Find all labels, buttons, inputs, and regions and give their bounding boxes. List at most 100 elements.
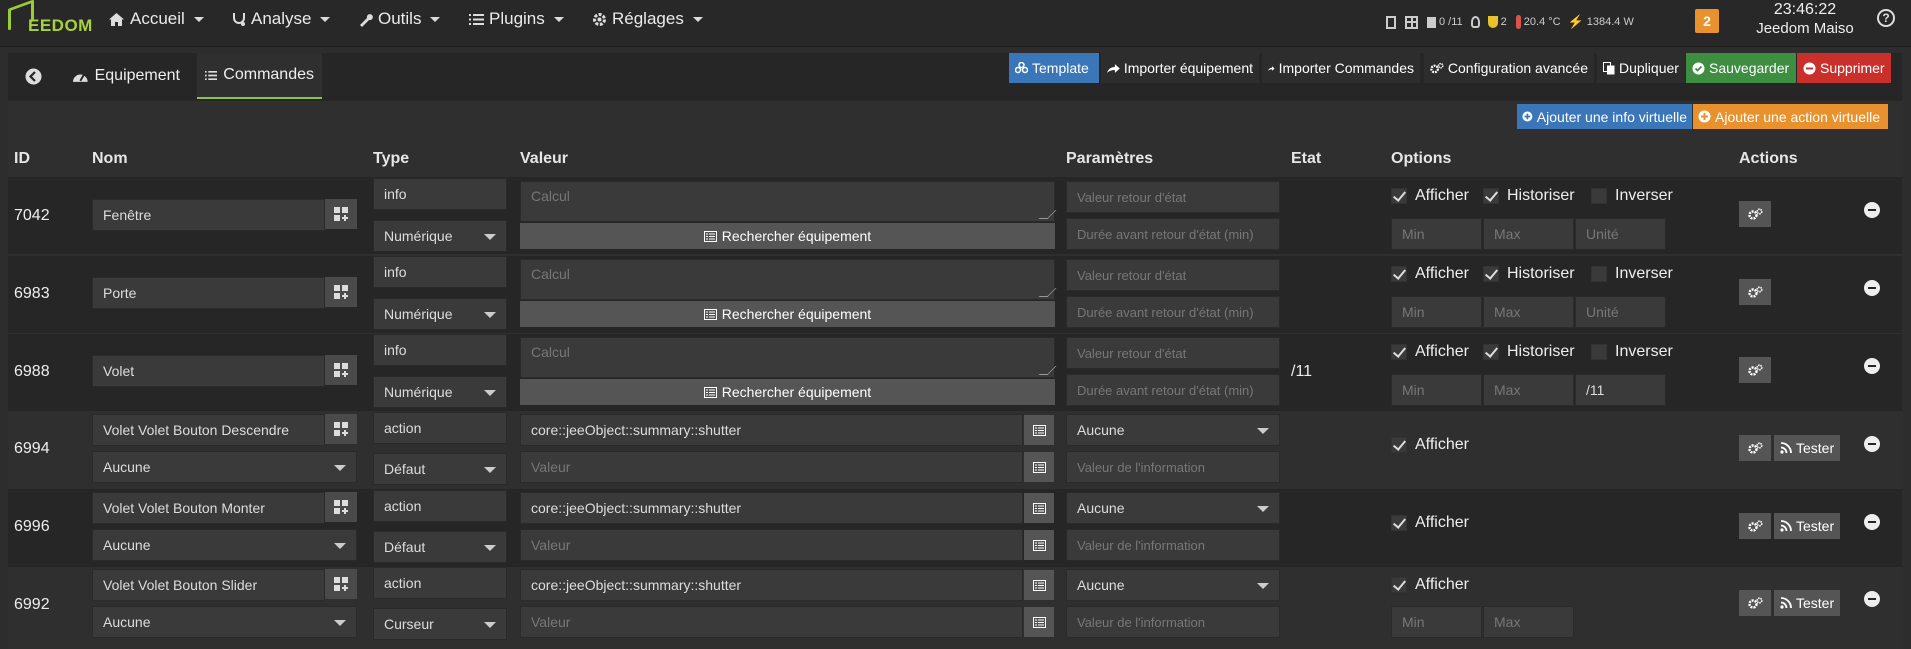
value-placeholder-input[interactable]: Valeur	[520, 529, 1023, 561]
calcul-textarea[interactable]: Calcul	[520, 337, 1055, 378]
menu-accueil[interactable]: Accueil	[108, 9, 204, 29]
return-value-input[interactable]: Valeur retour d'état	[1066, 337, 1280, 369]
configure-button[interactable]	[1739, 279, 1771, 305]
tab-equipement[interactable]: Equipement	[64, 53, 188, 99]
icon-picker-button[interactable]	[325, 569, 357, 599]
inverser-checkbox[interactable]: Inverser	[1591, 343, 1673, 361]
remove-cmd-icon[interactable]	[1864, 514, 1880, 530]
icon-picker-button[interactable]	[325, 492, 357, 522]
unit-input[interactable]: Unité	[1575, 218, 1666, 250]
afficher-checkbox[interactable]: Afficher	[1391, 343, 1469, 361]
menu-reglages[interactable]: Réglages	[592, 9, 703, 29]
remove-cmd-icon[interactable]	[1864, 280, 1880, 296]
cmd-type-input[interactable]: info	[373, 256, 507, 288]
tab-commandes[interactable]: Commandes	[197, 53, 322, 99]
add-info-button[interactable]: Ajouter une info virtuelle	[1517, 104, 1692, 129]
jeedom-logo[interactable]: EEDOM	[6, 0, 92, 42]
advanced-config-button[interactable]: Configuration avancée	[1424, 53, 1594, 83]
info-value-input[interactable]: Valeur de l'information	[1066, 451, 1280, 483]
min-input[interactable]: Min	[1391, 606, 1482, 638]
help-icon[interactable]: ?	[1877, 9, 1895, 27]
list-picker-button[interactable]	[1024, 530, 1054, 560]
value-placeholder-input[interactable]: Valeur	[520, 451, 1023, 483]
cmd-name-input[interactable]: Porte	[92, 277, 325, 309]
max-input[interactable]: Max	[1483, 374, 1574, 406]
value-input[interactable]: core::jeeObject::summary::shutter	[520, 492, 1023, 524]
search-equipment-button[interactable]: Rechercher équipement	[520, 301, 1055, 327]
list-picker-button[interactable]	[1024, 415, 1054, 445]
min-input[interactable]: Min	[1391, 296, 1482, 328]
import-equipment-button[interactable]: Importer équipement	[1101, 53, 1259, 83]
value-input[interactable]: core::jeeObject::summary::shutter	[520, 414, 1023, 446]
param-select[interactable]: Aucune	[1066, 492, 1280, 524]
menu-plugins[interactable]: Plugins	[469, 9, 564, 29]
cmd-subtype-select[interactable]: Numérique	[373, 376, 507, 408]
cmd-subtype-select[interactable]: Défaut	[373, 453, 507, 485]
return-duration-input[interactable]: Durée avant retour d'état (min)	[1066, 218, 1280, 250]
configure-button[interactable]	[1739, 435, 1771, 461]
icon-picker-button[interactable]	[325, 414, 357, 444]
return-duration-input[interactable]: Durée avant retour d'état (min)	[1066, 374, 1280, 406]
delete-button[interactable]: Supprimer	[1797, 53, 1891, 83]
return-value-input[interactable]: Valeur retour d'état	[1066, 259, 1280, 291]
remove-cmd-icon[interactable]	[1864, 202, 1880, 218]
info-value-input[interactable]: Valeur de l'information	[1066, 529, 1280, 561]
historiser-checkbox[interactable]: Historiser	[1483, 187, 1575, 205]
template-button[interactable]: Template	[1009, 53, 1099, 83]
afficher-checkbox[interactable]: Afficher	[1391, 187, 1469, 205]
cmd-name-input[interactable]: Volet Volet Bouton Monter	[92, 492, 325, 524]
param-select[interactable]: Aucune	[1066, 414, 1280, 446]
inverser-checkbox[interactable]: Inverser	[1591, 265, 1673, 283]
linked-info-select[interactable]: Aucune	[92, 451, 357, 483]
test-button[interactable]: Tester	[1774, 590, 1841, 616]
search-equipment-button[interactable]: Rechercher équipement	[520, 379, 1055, 405]
unit-input[interactable]: /11	[1575, 374, 1666, 406]
remove-cmd-icon[interactable]	[1864, 591, 1880, 607]
cmd-type-input[interactable]: action	[373, 567, 507, 599]
cmd-subtype-select[interactable]: Curseur	[373, 608, 507, 640]
afficher-checkbox[interactable]: Afficher	[1391, 436, 1469, 454]
list-picker-button[interactable]	[1024, 607, 1054, 637]
cmd-name-input[interactable]: Fenêtre	[92, 199, 325, 231]
value-input[interactable]: core::jeeObject::summary::shutter	[520, 569, 1023, 601]
configure-button[interactable]	[1739, 513, 1771, 539]
notification-badge[interactable]: 2	[1695, 9, 1719, 33]
inverser-checkbox[interactable]: Inverser	[1591, 187, 1673, 205]
param-select[interactable]: Aucune	[1066, 569, 1280, 601]
list-picker-button[interactable]	[1024, 570, 1054, 600]
historiser-checkbox[interactable]: Historiser	[1483, 343, 1575, 361]
configure-button[interactable]	[1739, 357, 1771, 383]
afficher-checkbox[interactable]: Afficher	[1391, 576, 1469, 594]
cmd-subtype-select[interactable]: Défaut	[373, 531, 507, 563]
summary-bar[interactable]: 0 /11 2 20.4 °C ⚡ 1384.4 W	[1386, 14, 1634, 30]
return-duration-input[interactable]: Durée avant retour d'état (min)	[1066, 296, 1280, 328]
list-picker-button[interactable]	[1024, 452, 1054, 482]
jeedom-name[interactable]: Jeedom Maiso	[1750, 19, 1860, 39]
icon-picker-button[interactable]	[325, 277, 357, 307]
cmd-type-input[interactable]: action	[373, 412, 507, 444]
calcul-textarea[interactable]: Calcul	[520, 259, 1055, 300]
linked-info-select[interactable]: Aucune	[92, 529, 357, 561]
max-input[interactable]: Max	[1483, 606, 1574, 638]
back-button[interactable]	[16, 53, 50, 99]
add-action-button[interactable]: Ajouter une action virtuelle	[1693, 104, 1888, 129]
cmd-name-input[interactable]: Volet	[92, 355, 325, 387]
menu-analyse[interactable]: Analyse	[232, 9, 331, 29]
test-button[interactable]: Tester	[1774, 435, 1841, 461]
remove-cmd-icon[interactable]	[1864, 358, 1880, 374]
info-value-input[interactable]: Valeur de l'information	[1066, 606, 1280, 638]
import-commands-button[interactable]: Importer Commandes	[1262, 53, 1420, 83]
search-equipment-button[interactable]: Rechercher équipement	[520, 223, 1055, 249]
cmd-type-input[interactable]: info	[373, 334, 507, 366]
menu-outils[interactable]: Outils	[358, 9, 441, 29]
cmd-name-input[interactable]: Volet Volet Bouton Slider	[92, 569, 325, 601]
icon-picker-button[interactable]	[325, 199, 357, 229]
max-input[interactable]: Max	[1483, 218, 1574, 250]
calcul-textarea[interactable]: Calcul	[520, 181, 1055, 222]
remove-cmd-icon[interactable]	[1864, 436, 1880, 452]
unit-input[interactable]: Unité	[1575, 296, 1666, 328]
cmd-subtype-select[interactable]: Numérique	[373, 220, 507, 252]
max-input[interactable]: Max	[1483, 296, 1574, 328]
afficher-checkbox[interactable]: Afficher	[1391, 514, 1469, 532]
value-placeholder-input[interactable]: Valeur	[520, 606, 1023, 638]
